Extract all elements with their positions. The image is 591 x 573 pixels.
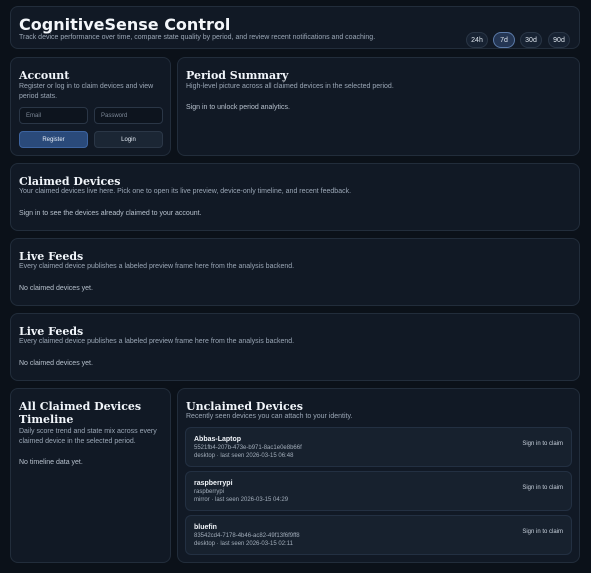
- period-summary-message: Sign in to unlock period analytics.: [186, 104, 290, 111]
- app-subtitle: Track device performance over time, comp…: [19, 34, 376, 41]
- claimed-devices-subtitle: Your claimed devices live here. Pick one…: [19, 188, 352, 195]
- app-title: CognitiveSense Control: [19, 15, 231, 34]
- unclaimed-device-item[interactable]: bluefin 83542cd4-7178-4b46-ac82-49f13f6f…: [185, 515, 572, 555]
- claim-link[interactable]: Sign in to claim: [522, 529, 563, 535]
- unclaimed-device-item[interactable]: raspberrypi raspberrypi mirror · last se…: [185, 471, 572, 511]
- timeline-title: All Claimed Devices Timeline: [19, 400, 141, 426]
- device-id: raspberrypi: [194, 489, 225, 495]
- live-feeds-subtitle-2: Every claimed device publishes a labeled…: [19, 338, 295, 345]
- period-summary-panel: Period Summary High-level picture across…: [177, 57, 580, 156]
- device-meta: desktop · last seen 2026-03-15 02:11: [194, 541, 293, 547]
- live-feeds-panel: Live Feeds Every claimed device publishe…: [10, 238, 580, 306]
- password-field[interactable]: Password: [94, 107, 163, 124]
- range-24h-button[interactable]: 24h: [466, 32, 488, 48]
- unclaimed-devices-subtitle: Recently seen devices you can attach to …: [186, 413, 353, 420]
- claim-link[interactable]: Sign in to claim: [522, 441, 563, 447]
- live-feeds-message-2: No claimed devices yet.: [19, 360, 93, 367]
- claimed-devices-panel: Claimed Devices Your claimed devices liv…: [10, 163, 580, 231]
- login-button[interactable]: Login: [94, 131, 163, 148]
- account-panel: Account Register or log in to claim devi…: [10, 57, 171, 156]
- timeline-title-line1: All Claimed Devices: [19, 400, 142, 413]
- range-30d-button[interactable]: 30d: [520, 32, 542, 48]
- device-name: raspberrypi: [194, 480, 233, 487]
- device-id: 5521fb4-207b-473e-b971-8ac1e0e8b66f: [194, 445, 302, 451]
- account-title: Account: [19, 69, 70, 82]
- range-90d-button[interactable]: 90d: [548, 32, 570, 48]
- device-meta: desktop · last seen 2026-03-15 06:48: [194, 453, 294, 459]
- device-id: 83542cd4-7178-4b46-ac82-49f13f6f9ff8: [194, 533, 300, 539]
- claim-link[interactable]: Sign in to claim: [522, 485, 563, 491]
- header-panel: CognitiveSense Control Track device perf…: [10, 6, 580, 49]
- device-meta: mirror · last seen 2026-03-15 04:29: [194, 497, 289, 503]
- account-subtitle: Register or log in to claim devices and …: [19, 83, 154, 100]
- timeline-title-line2: Timeline: [19, 413, 74, 426]
- device-name: Abbas-Laptop: [194, 436, 242, 443]
- email-field[interactable]: Email: [19, 107, 88, 124]
- period-summary-subtitle: High-level picture across all claimed de…: [186, 83, 394, 90]
- range-7d-button[interactable]: 7d: [493, 32, 515, 48]
- live-feeds-message: No claimed devices yet.: [19, 285, 93, 292]
- unclaimed-device-item[interactable]: Abbas-Laptop 5521fb4-207b-473e-b971-8ac1…: [185, 427, 572, 467]
- timeline-message: No timeline data yet.: [19, 459, 83, 466]
- device-name: bluefin: [194, 524, 217, 531]
- register-button[interactable]: Register: [19, 131, 88, 148]
- period-summary-title: Period Summary: [186, 69, 289, 82]
- live-feeds-panel-2: Live Feeds Every claimed device publishe…: [10, 313, 580, 381]
- timeline-subtitle: Daily score trend and state mix across e…: [19, 428, 157, 445]
- live-feeds-subtitle: Every claimed device publishes a labeled…: [19, 263, 295, 270]
- timeline-panel: All Claimed Devices Timeline Daily score…: [10, 388, 171, 563]
- claimed-devices-message: Sign in to see the devices already claim…: [19, 210, 202, 217]
